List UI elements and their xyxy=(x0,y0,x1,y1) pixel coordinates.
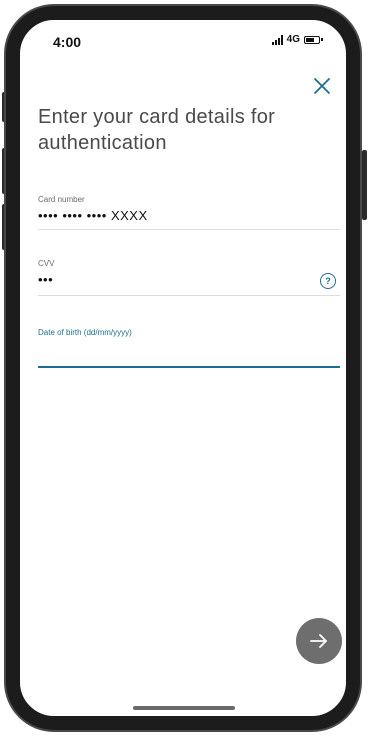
cvv-value[interactable]: ••• xyxy=(38,272,340,287)
close-icon[interactable] xyxy=(312,76,332,96)
cvv-underline xyxy=(38,295,340,296)
card-number-underline xyxy=(38,229,340,230)
card-number-value[interactable]: •••• •••• •••• XXXX xyxy=(38,208,340,223)
card-number-label: Card number xyxy=(38,195,85,204)
status-time: 4:00 xyxy=(53,34,82,50)
help-icon[interactable]: ? xyxy=(320,273,336,289)
cvv-field[interactable]: CVV ••• ? xyxy=(38,259,340,299)
next-button[interactable] xyxy=(296,618,342,664)
date-of-birth-label: Date of birth (dd/mm/yyyy) xyxy=(38,328,132,337)
power-button xyxy=(362,150,367,220)
battery-icon xyxy=(304,35,323,44)
page-title: Enter your card details for authenticati… xyxy=(38,106,276,154)
date-of-birth-underline xyxy=(38,366,340,368)
screen: 4:00 4G Enter your card details for auth… xyxy=(20,20,346,716)
signal-icon xyxy=(271,34,283,45)
cvv-label: CVV xyxy=(38,259,55,268)
status-bar-right: 4G xyxy=(271,34,323,45)
arrow-right-icon xyxy=(310,634,327,648)
date-of-birth-field[interactable]: Date of birth (dd/mm/yyyy) xyxy=(38,328,340,368)
card-number-field[interactable]: Card number •••• •••• •••• XXXX xyxy=(38,195,340,235)
network-label: 4G xyxy=(286,34,300,45)
home-indicator[interactable] xyxy=(133,706,235,710)
